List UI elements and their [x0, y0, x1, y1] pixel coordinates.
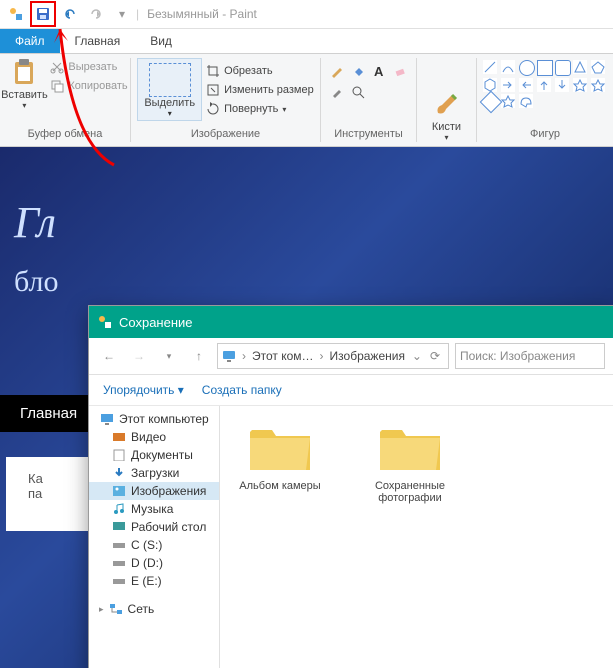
save-dialog: Сохранение ← → ▾ ↑ › Этот ком… › Изображ… [88, 305, 613, 668]
address-bar[interactable]: › Этот ком… › Изображения ⌄ ⟳ [217, 343, 449, 369]
group-shapes: Фигур [530, 128, 560, 142]
shapes-gallery[interactable] [483, 58, 607, 110]
forward-button[interactable]: → [127, 344, 151, 368]
doc-text: бло [14, 265, 59, 299]
back-button[interactable]: ← [97, 344, 121, 368]
folder-camera-roll[interactable]: Альбом камеры [230, 422, 330, 492]
doc-text: Гл [14, 197, 56, 248]
svg-text:A: A [374, 64, 384, 78]
tree-documents[interactable]: Документы [89, 446, 219, 464]
tree-drive-c[interactable]: C (S:) [89, 536, 219, 554]
eraser-tool[interactable] [391, 62, 409, 80]
qat-more-icon[interactable]: ▾ [110, 2, 134, 26]
group-image: Изображение [191, 128, 260, 142]
group-clipboard: Буфер обмена [28, 128, 103, 142]
tree-downloads[interactable]: Загрузки [89, 464, 219, 482]
picker-tool[interactable] [328, 83, 346, 101]
tab-home[interactable]: Главная [60, 29, 136, 53]
ribbon-tabs: Файл Главная Вид [0, 29, 613, 53]
monitor-icon [222, 349, 236, 363]
tree-pictures[interactable]: Изображения [89, 482, 219, 500]
crop-button[interactable]: Обрезать [206, 62, 314, 80]
tree-network[interactable]: ▸Сеть [89, 600, 219, 618]
folder-view[interactable]: Альбом камеры Сохраненные фотографии [220, 406, 613, 668]
app-icon [4, 2, 28, 26]
organize-menu[interactable]: Упорядочить ▾ [103, 383, 184, 397]
tree-thispc[interactable]: Этот компьютер [89, 410, 219, 428]
address-dropdown-icon[interactable]: ⌄ [412, 349, 422, 363]
group-tools: Инструменты [334, 128, 403, 142]
search-input[interactable]: Поиск: Изображения [455, 343, 605, 369]
nav-tree: Этот компьютер Видео Документы Загрузки … [89, 406, 220, 668]
folder-saved-pictures[interactable]: Сохраненные фотографии [360, 422, 460, 504]
cut-button[interactable]: Вырезать [50, 58, 127, 76]
paste-button[interactable]: Вставить▾ [2, 58, 46, 110]
pencil-tool[interactable] [328, 62, 346, 80]
tab-file[interactable]: Файл [0, 29, 60, 53]
window-title: Безымянный - Paint [147, 7, 257, 21]
refresh-icon[interactable]: ⟳ [430, 349, 440, 363]
tree-drive-e[interactable]: E (E:) [89, 572, 219, 590]
zoom-tool[interactable] [349, 83, 367, 101]
tree-desktop[interactable]: Рабочий стол [89, 518, 219, 536]
text-tool[interactable]: A [370, 62, 388, 80]
undo-button[interactable] [58, 2, 82, 26]
rotate-button[interactable]: Повернуть▾ [206, 100, 314, 118]
fill-tool[interactable] [349, 62, 367, 80]
doc-text: Главная [0, 395, 97, 432]
recent-dropdown-icon[interactable]: ▾ [157, 344, 181, 368]
up-button[interactable]: ↑ [187, 344, 211, 368]
select-button[interactable]: Выделить▾ [137, 58, 202, 121]
tree-music[interactable]: Музыка [89, 500, 219, 518]
copy-button[interactable]: Копировать [50, 77, 127, 95]
canvas-area: Гл бло Главная Капа Сохранение ← → ▾ ↑ ›… [0, 147, 613, 668]
tree-drive-d[interactable]: D (D:) [89, 554, 219, 572]
redo-button[interactable] [84, 2, 108, 26]
save-button[interactable] [30, 1, 56, 27]
ribbon: Вставить▾ Вырезать Копировать Буфер обме… [0, 53, 613, 147]
brushes-button[interactable]: Кисти▾ [424, 90, 468, 142]
resize-button[interactable]: Изменить размер [206, 81, 314, 99]
tab-view[interactable]: Вид [135, 29, 187, 53]
new-folder-button[interactable]: Создать папку [202, 383, 282, 397]
dialog-titlebar: Сохранение [89, 306, 613, 338]
tree-videos[interactable]: Видео [89, 428, 219, 446]
titlebar: ▾ | Безымянный - Paint [0, 0, 613, 29]
